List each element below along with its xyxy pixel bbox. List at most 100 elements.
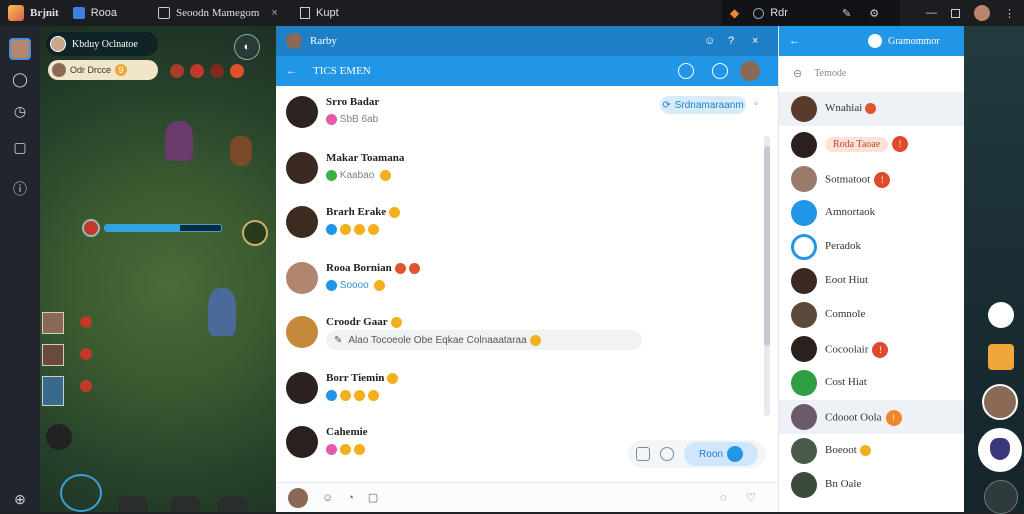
joystick[interactable] <box>46 424 72 450</box>
address-bar[interactable]: ◆ Rdr ✎ ⚙ <box>722 0 900 26</box>
team-avatar-2[interactable] <box>42 344 64 366</box>
app-tab[interactable]: Brjnit Rooa <box>8 0 117 26</box>
contact-item[interactable]: Amnortaok <box>779 196 965 230</box>
contact-avatar <box>791 268 817 294</box>
contact-item[interactable]: Cost Hiat <box>779 366 965 400</box>
square-icon[interactable]: ▢ <box>9 136 31 158</box>
smile-emoji <box>354 224 365 235</box>
back-arrow-icon[interactable]: ← <box>789 35 800 47</box>
message-sender: Rooa Bornian <box>326 262 420 274</box>
call-icon[interactable] <box>678 63 694 79</box>
message-sender-name: Brarh Erake <box>326 206 387 218</box>
message-row[interactable]: Makar Toamana Kaabao <box>286 150 756 200</box>
contact-item[interactable]: Cocoolair! <box>779 332 965 366</box>
edit-icon[interactable]: ✎ <box>842 7 851 20</box>
emoji-icon[interactable]: ☺ <box>322 492 333 504</box>
player-card[interactable]: Kbduy Oclnatoe <box>46 32 158 56</box>
skill-icon[interactable] <box>82 219 100 237</box>
info-icon[interactable]: ⓘ <box>9 178 31 200</box>
attack-button[interactable] <box>60 474 102 512</box>
video-icon[interactable] <box>712 63 728 79</box>
ability-button[interactable] <box>978 428 1022 472</box>
profile-avatar[interactable] <box>9 38 31 60</box>
contact-item[interactable]: Cdooot Oola! <box>779 400 965 434</box>
map-icon[interactable]: ◐ <box>234 34 260 60</box>
contact-item[interactable]: Boeoot <box>779 434 965 468</box>
team-avatar-3[interactable] <box>42 376 64 406</box>
settings-icon[interactable]: ⚙ <box>869 7 879 20</box>
contact-item[interactable]: Comnole <box>779 298 965 332</box>
sub-value: 9 <box>115 64 128 76</box>
team-avatar-1[interactable] <box>42 312 64 334</box>
gif-icon[interactable]: ◌ <box>720 492 727 504</box>
member-avatar[interactable] <box>740 61 760 81</box>
game-viewport[interactable]: Kbduy Oclnatoe ◐ Odr Drcce 9 <box>40 26 276 512</box>
maximize-icon[interactable] <box>951 8 960 18</box>
tab-kupt[interactable]: Kupt <box>300 0 339 26</box>
contact-item[interactable]: Eoot Hiut <box>779 264 965 298</box>
attach-icon[interactable]: ▢ <box>368 491 378 504</box>
scrollbar-thumb[interactable] <box>764 146 770 346</box>
skill-button-3[interactable] <box>218 496 248 512</box>
message-text-value: Alao Tocoeole Obe Eqkae Colnaaataraa <box>348 334 527 346</box>
attach-icon[interactable] <box>636 447 650 461</box>
message-row[interactable]: Srro Badar SbB 6ab <box>286 94 756 144</box>
contacts-header: ← Gramommor <box>779 26 965 56</box>
message-row[interactable]: Borr Tiemin <box>286 370 756 420</box>
clock-icon[interactable]: ◷ <box>9 100 31 122</box>
emoji-icon[interactable]: ☺ <box>704 35 715 47</box>
message-bubble: ✎ Alao Tocoeole Obe Eqkae Colnaaataraa <box>326 330 642 350</box>
heart-icon <box>326 114 337 125</box>
contact-name: Peradok <box>825 240 862 252</box>
contact-avatar <box>791 200 817 226</box>
map-icon[interactable] <box>988 344 1014 370</box>
composer-avatar[interactable] <box>288 487 308 508</box>
ability-icon[interactable] <box>242 220 268 246</box>
hero-avatar[interactable] <box>982 384 1018 420</box>
contacts-panel: ← Gramommor ⊖ Temode Wnahiai Roda Taoae!… <box>778 26 965 512</box>
contact-name: Comnole <box>825 308 866 320</box>
more-icon[interactable]: ⋮ <box>1004 7 1015 20</box>
contact-item[interactable]: Sotmatoot! <box>779 162 965 196</box>
contact-item[interactable]: Bn Oale <box>779 468 965 502</box>
camera-icon[interactable] <box>660 447 674 461</box>
ghost-icon[interactable] <box>984 480 1018 514</box>
scrollbar[interactable] <box>764 136 770 416</box>
globe-icon[interactable]: ⊕ <box>9 488 31 510</box>
contact-item[interactable]: Wnahiai <box>779 92 965 126</box>
message-avatar <box>286 426 318 458</box>
smile-emoji <box>354 444 365 455</box>
message-row[interactable]: Rooa Bornian Soooo <box>286 260 756 310</box>
heart-icon[interactable]: ♡ <box>746 491 756 504</box>
tab-seoodn[interactable]: Seoodn Mamegom × <box>158 0 278 26</box>
bookmark-icon <box>300 7 310 19</box>
game-icon <box>158 7 170 19</box>
message-row[interactable]: Croodr Gaar ✎ Alao Tocoeole Obe Eqkae Co… <box>286 314 756 364</box>
contact-item[interactable]: Roda Taoae! <box>779 128 965 162</box>
contacts-search[interactable]: ⊖ Temode <box>787 62 957 84</box>
help-icon[interactable]: ? <box>728 35 734 47</box>
close-icon[interactable]: × <box>271 7 277 19</box>
status-icon-3 <box>210 64 224 78</box>
image-icon[interactable]: ◔ <box>347 492 354 504</box>
sub-card[interactable]: Odr Drcce 9 <box>48 60 158 80</box>
contact-name: Cdooot Oola! <box>825 410 902 426</box>
character-sprite <box>165 121 193 161</box>
message-text-value: Kaabao <box>339 170 375 182</box>
user-avatar[interactable] <box>974 5 990 21</box>
send-button[interactable]: Roon <box>684 442 758 466</box>
health-fill <box>105 225 181 231</box>
team-status-1 <box>80 316 92 328</box>
skill-button-2[interactable] <box>170 496 200 512</box>
chat-icon[interactable]: ◯ <box>9 68 31 90</box>
message-row[interactable]: Brarh Erake <box>286 204 756 254</box>
compass-icon[interactable] <box>988 302 1014 328</box>
back-arrow-icon[interactable]: ← <box>286 65 297 77</box>
message-avatar <box>286 206 318 238</box>
team-list <box>42 312 94 412</box>
close-icon[interactable]: × <box>752 35 758 47</box>
skill-button-1[interactable] <box>118 496 148 512</box>
contact-item[interactable]: Peradok <box>779 230 965 264</box>
minimize-icon[interactable]: — <box>926 7 937 19</box>
contact-avatar <box>791 166 817 192</box>
